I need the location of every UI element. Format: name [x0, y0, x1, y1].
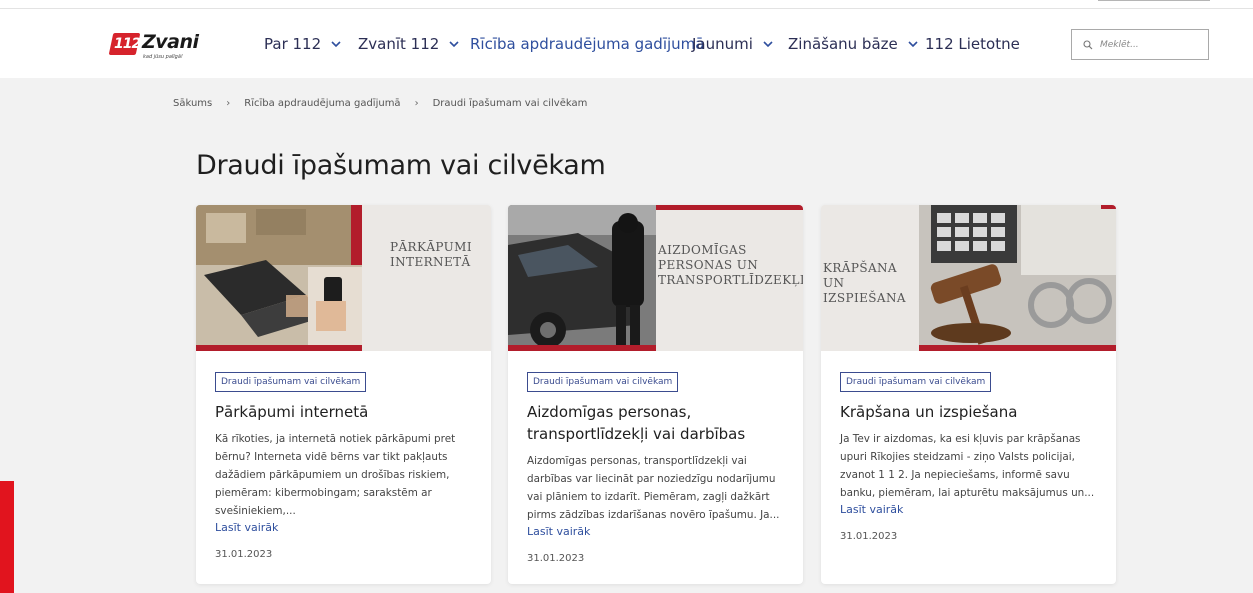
card-title[interactable]: Aizdomīgas personas, transportlīdzekļi v…: [527, 401, 789, 445]
chevron-down-icon: [329, 37, 343, 51]
logo-brand: Zvani: [142, 31, 199, 53]
breadcrumb-separator: ›: [414, 98, 419, 109]
search-icon: [1083, 35, 1093, 54]
article-image[interactable]: KRĀPŠANA UN IZSPIEŠANA: [821, 205, 1116, 351]
nav-item-label: Jaunumi: [692, 35, 753, 53]
card-title[interactable]: Pārkāpumi internetā: [215, 401, 477, 423]
search-input[interactable]: [1100, 39, 1190, 50]
article-card[interactable]: KRĀPŠANA UN IZSPIEŠANA Draudi īpašumam v…: [821, 205, 1116, 584]
top-navigation-bar: 112 Zvani kad jūsu palīgā! Par 112 Zvanī…: [0, 0, 1253, 78]
breadcrumb-section[interactable]: Rīcība apdraudējuma gadījumā: [244, 98, 400, 109]
read-more-link[interactable]: Lasīt vairāk: [527, 524, 789, 540]
nav-item-label: Rīcība apdraudējuma gadījumā: [470, 35, 705, 53]
read-more-link[interactable]: Lasīt vairāk: [215, 520, 477, 536]
category-tag[interactable]: Draudi īpašumam vai cilvēkam: [527, 372, 679, 392]
page-title: Draudi īpašumam vai cilvēkam: [196, 150, 606, 181]
category-tag[interactable]: Draudi īpašumam vai cilvēkam: [840, 372, 992, 392]
card-image-caption: KRĀPŠANA UN IZSPIEŠANA: [823, 261, 906, 305]
card-image-caption: PĀRKĀPUMI INTERNETĀ: [390, 240, 473, 269]
breadcrumb: Sākums › Rīcība apdraudējuma gadījumā › …: [173, 98, 587, 109]
top-divider: [0, 8, 1253, 9]
card-image-caption: AIZDOMĪGAS PERSONAS UN TRANSPORTLĪDZEKĻI: [658, 243, 803, 287]
card-excerpt: Ja Tev ir aizdomas, ka esi kļuvis par kr…: [840, 433, 1095, 499]
breadcrumb-home[interactable]: Sākums: [173, 98, 212, 109]
logo-number: 112: [114, 36, 141, 52]
card-date: 31.01.2023: [840, 531, 898, 542]
card-date: 31.01.2023: [215, 549, 273, 560]
chevron-down-icon: [447, 37, 461, 51]
chevron-down-icon: [761, 37, 775, 51]
nav-item-par-112[interactable]: Par 112: [264, 35, 343, 53]
article-image[interactable]: PĀRKĀPUMI INTERNETĀ: [196, 205, 491, 351]
nav-item-label: Zvanīt 112: [358, 35, 440, 53]
nav-item-112-lietotne[interactable]: 112 Lietotne: [925, 35, 1020, 53]
laptop-phone-illustration: [196, 205, 491, 351]
card-body: Draudi īpašumam vai cilvēkam Aizdomīgas …: [527, 369, 789, 564]
breadcrumb-separator: ›: [226, 98, 231, 109]
card-excerpt: Kā rīkoties, ja internetā notiek pārkāpu…: [215, 433, 456, 517]
card-body: Draudi īpašumam vai cilvēkam Pārkāpumi i…: [215, 369, 477, 560]
nav-item-label: Zināšanu bāze: [788, 35, 898, 53]
article-card[interactable]: PĀRKĀPUMI INTERNETĀ Draudi īpašumam vai …: [196, 205, 491, 584]
category-tag[interactable]: Draudi īpašumam vai cilvēkam: [215, 372, 367, 392]
nav-item-zvanit-112[interactable]: Zvanīt 112: [358, 35, 461, 53]
card-body: Draudi īpašumam vai cilvēkam Krāpšana un…: [840, 369, 1102, 542]
nav-item-jaunumi[interactable]: Jaunumi: [692, 35, 775, 53]
read-more-link[interactable]: Lasīt vairāk: [840, 502, 1102, 518]
nav-item-label: 112 Lietotne: [925, 35, 1020, 53]
chevron-down-icon: [906, 37, 920, 51]
article-card[interactable]: AIZDOMĪGAS PERSONAS UN TRANSPORTLĪDZEKĻI…: [508, 205, 803, 584]
breadcrumb-current: Draudi īpašumam vai cilvēkam: [432, 98, 588, 109]
card-excerpt: Aizdomīgas personas, transportlīdzekļi v…: [527, 455, 780, 521]
article-image[interactable]: AIZDOMĪGAS PERSONAS UN TRANSPORTLĪDZEKĻI: [508, 205, 803, 351]
search-box[interactable]: [1071, 29, 1209, 60]
side-red-bar: [0, 481, 14, 593]
logo-tagline: kad jūsu palīgā!: [143, 54, 183, 60]
card-date: 31.01.2023: [527, 553, 585, 564]
nav-item-ricība[interactable]: Rīcība apdraudējuma gadījumā: [470, 35, 704, 53]
nav-item-zinasanu-baze[interactable]: Zināšanu bāze: [788, 35, 920, 53]
nav-item-label: Par 112: [264, 35, 322, 53]
card-title[interactable]: Krāpšana un izspiešana: [840, 401, 1102, 423]
top-corner-line: [1098, 0, 1210, 1]
site-logo[interactable]: 112 Zvani kad jūsu palīgā!: [108, 31, 201, 61]
